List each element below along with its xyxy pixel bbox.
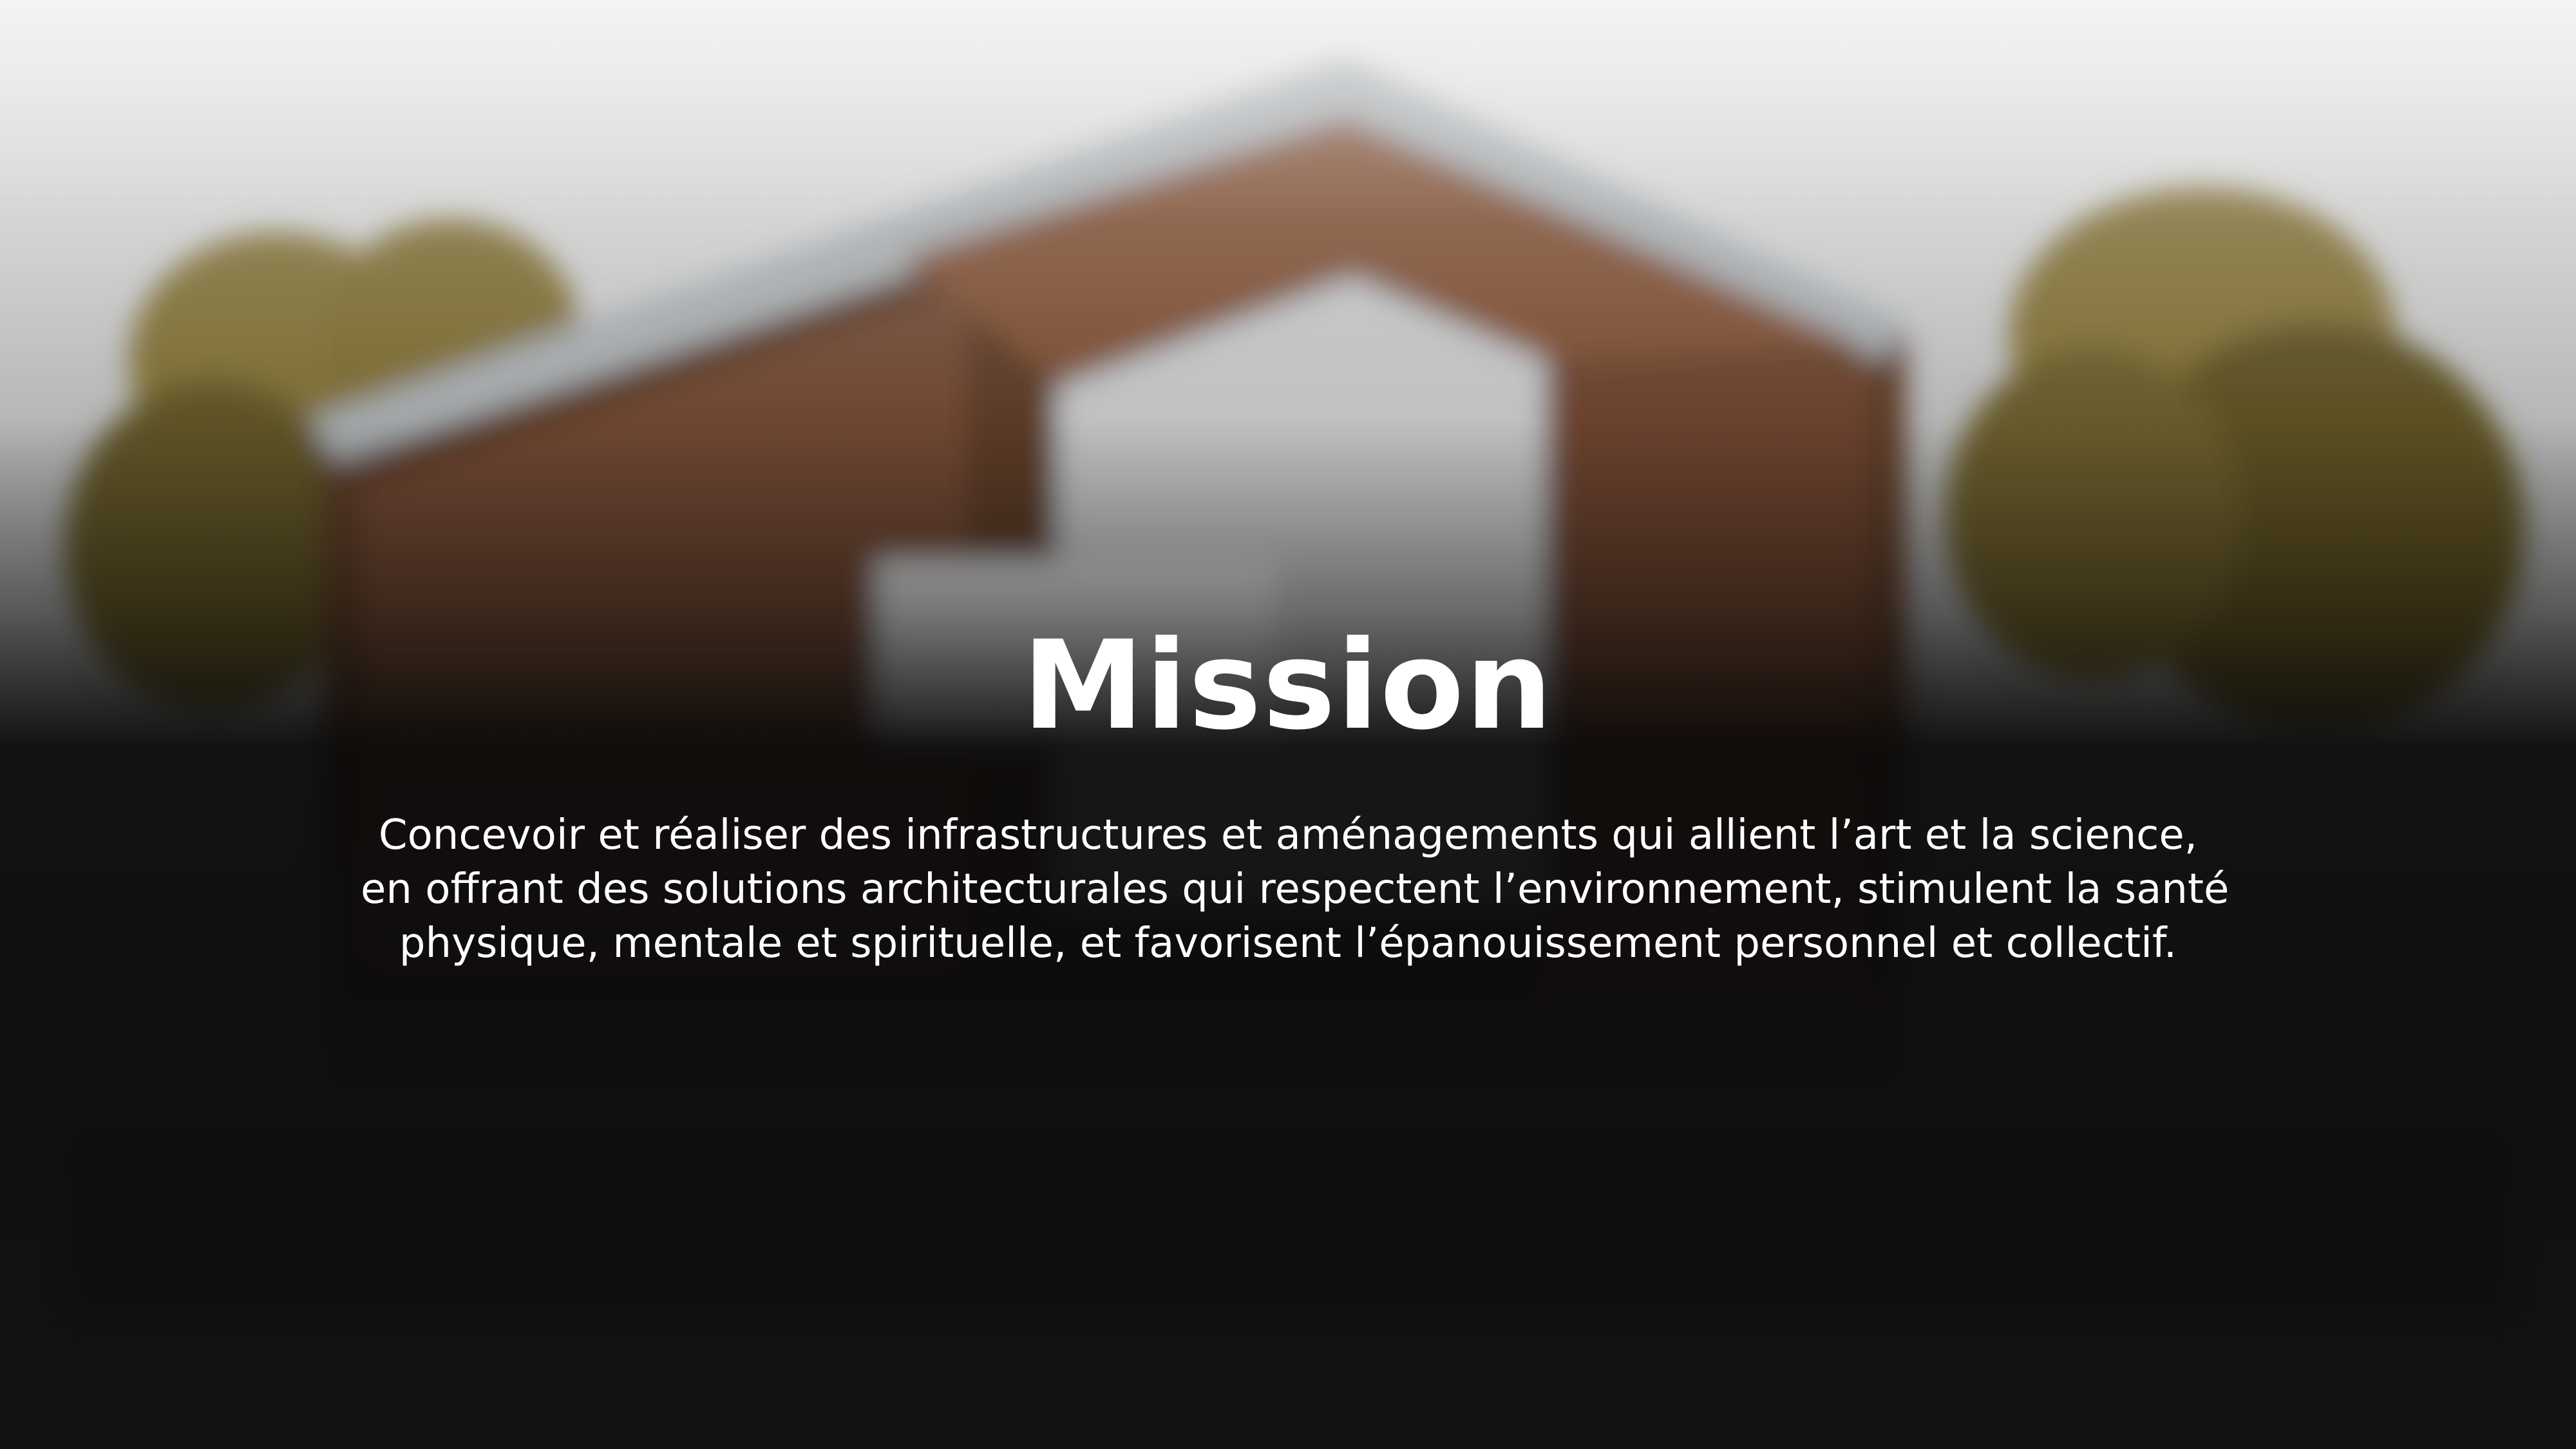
paragraph-line-2: en offrant des solutions architecturales… — [361, 866, 2230, 913]
mission-paragraph: Concevoir et réaliser des infrastructure… — [361, 808, 2230, 971]
paragraph-line-3: physique, mentale et spirituelle, et fav… — [399, 920, 2177, 967]
paragraph-line-1: Concevoir et réaliser des infrastructure… — [378, 811, 2198, 859]
slide-title: Mission — [1022, 614, 1554, 757]
